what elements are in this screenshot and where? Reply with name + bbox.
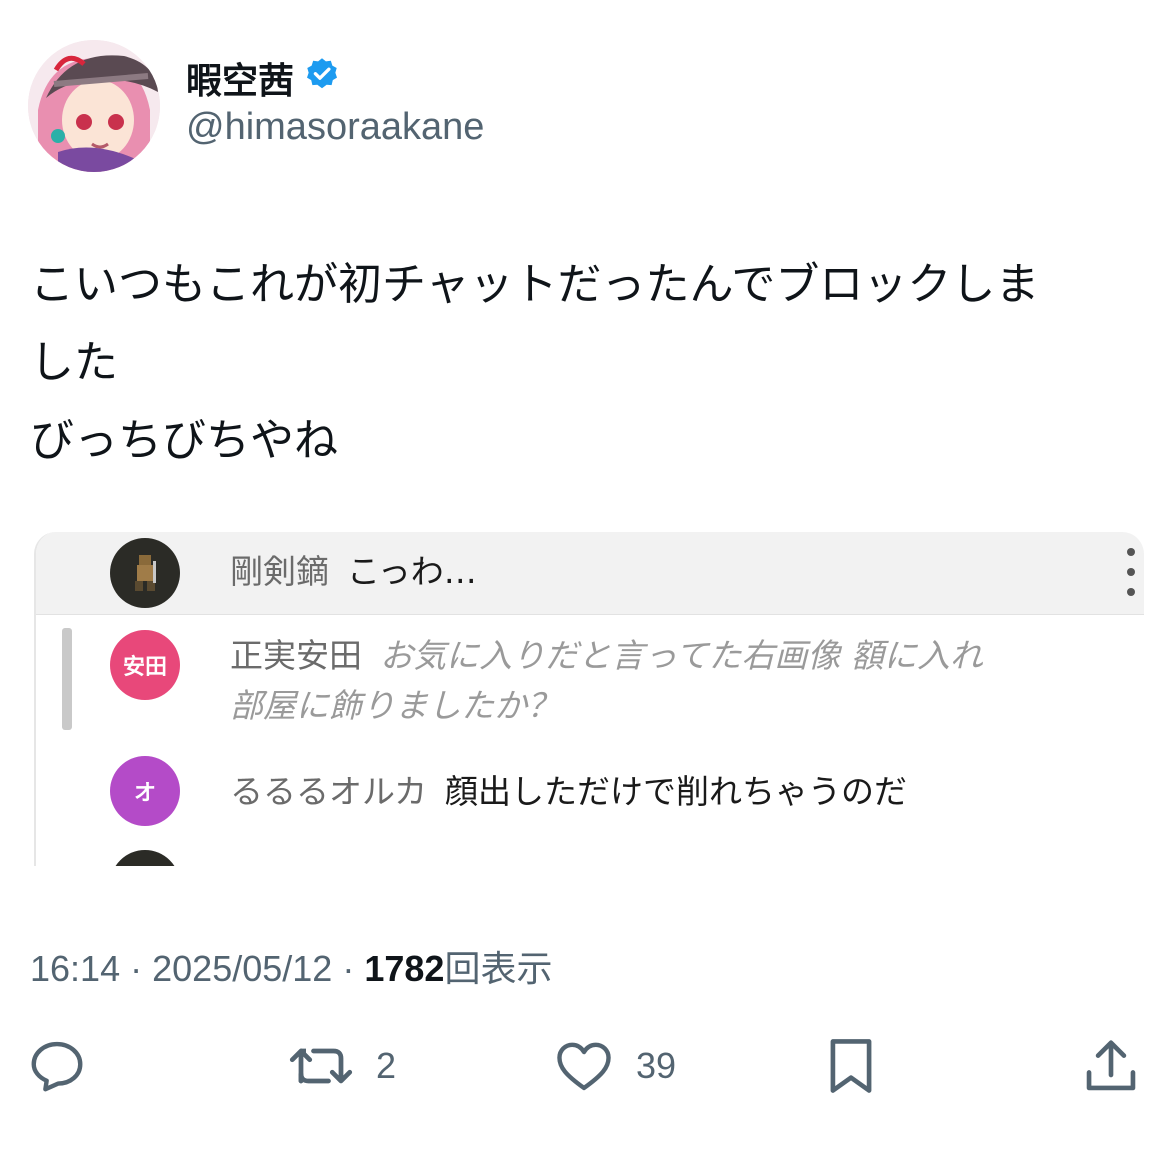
share-button[interactable] xyxy=(1080,1030,1142,1102)
share-icon xyxy=(1086,1040,1136,1091)
views-count: 1782 xyxy=(364,948,445,989)
meta-separator: · xyxy=(130,948,143,989)
pinned-chat-line: 剛剣鏑 こっわ… xyxy=(230,548,477,596)
chat-message: お気に入りだと言ってた右画像 額に入れ xyxy=(380,636,983,675)
retweet-icon xyxy=(289,1035,353,1084)
verified-badge-icon xyxy=(304,56,340,101)
chat-message: こっわ… xyxy=(347,552,477,591)
retweet-count: 2 xyxy=(376,1045,397,1086)
meta-separator: · xyxy=(342,948,355,989)
pinned-chat-message: 剛剣鏑 こっわ… xyxy=(36,532,1144,615)
chat-message: 部屋に飾りましたか？ xyxy=(230,686,560,725)
chat-avatar-label: オ xyxy=(133,781,156,806)
chat-scrollbar[interactable] xyxy=(62,628,72,730)
chat-avatar xyxy=(110,850,180,866)
chat-author: るるるオルカ xyxy=(230,772,428,811)
chat-avatar-label: 安田 xyxy=(122,655,167,680)
chat-author: 剛剣鏑 xyxy=(230,552,329,591)
chat-avatar xyxy=(110,538,180,608)
tweet-action-bar: 2 39 xyxy=(0,1030,1170,1110)
bookmark-icon xyxy=(830,1039,872,1093)
chat-author: 正実安田 xyxy=(230,636,362,675)
tweet-date[interactable]: 2025/05/12 xyxy=(152,948,332,989)
chat-avatar: オ xyxy=(110,756,180,826)
author-display-name[interactable]: 暇空茜 xyxy=(186,52,294,104)
tweet-text: こいつもこれが初チャットだったんでブロックしま した びっちびちやね xyxy=(30,246,1140,480)
more-options-icon[interactable] xyxy=(1126,546,1136,598)
tweet-meta: 16:14 · 2025/05/12 · 1782回表示 xyxy=(30,940,552,992)
chat-avatar: 安田 xyxy=(110,630,180,700)
author-name-row[interactable]: 暇空茜 xyxy=(186,52,340,104)
tweet-time[interactable]: 16:14 xyxy=(30,948,120,989)
reply-button[interactable] xyxy=(26,1030,108,1102)
chat-message-row: るるるオルカ 顔出しただけで削れちゃうのだ xyxy=(230,768,907,816)
views-label: 回表示 xyxy=(444,948,553,989)
retweet-button[interactable]: 2 xyxy=(286,1030,396,1102)
like-button[interactable]: 39 xyxy=(552,1030,676,1102)
like-count: 39 xyxy=(636,1045,677,1086)
chat-message-continuation: 部屋に飾りましたか？ xyxy=(230,682,560,730)
avatar-image xyxy=(28,40,160,172)
tweet-text-line: こいつもこれが初チャットだったんでブロックしま xyxy=(30,259,1040,310)
author-avatar[interactable] xyxy=(28,40,160,172)
heart-icon xyxy=(557,1042,611,1091)
author-handle[interactable]: @himasoraakane xyxy=(186,106,484,149)
bookmark-button[interactable] xyxy=(820,1030,882,1102)
tweet-text-line: びっちびちやね xyxy=(30,415,338,466)
character-sprite-icon xyxy=(135,555,156,591)
tweet-text-line: した xyxy=(30,337,118,388)
chat-message: 顔出しただけで削れちゃうのだ xyxy=(445,772,908,811)
reply-icon xyxy=(31,1041,83,1092)
attached-image[interactable]: 剛剣鏑 こっわ… 安田 正実安田 お気に入りだと言ってた右画像 額に入れ 部屋に飾り… xyxy=(34,532,1144,866)
chat-message-row: 正実安田 お気に入りだと言ってた右画像 額に入れ xyxy=(230,632,983,680)
